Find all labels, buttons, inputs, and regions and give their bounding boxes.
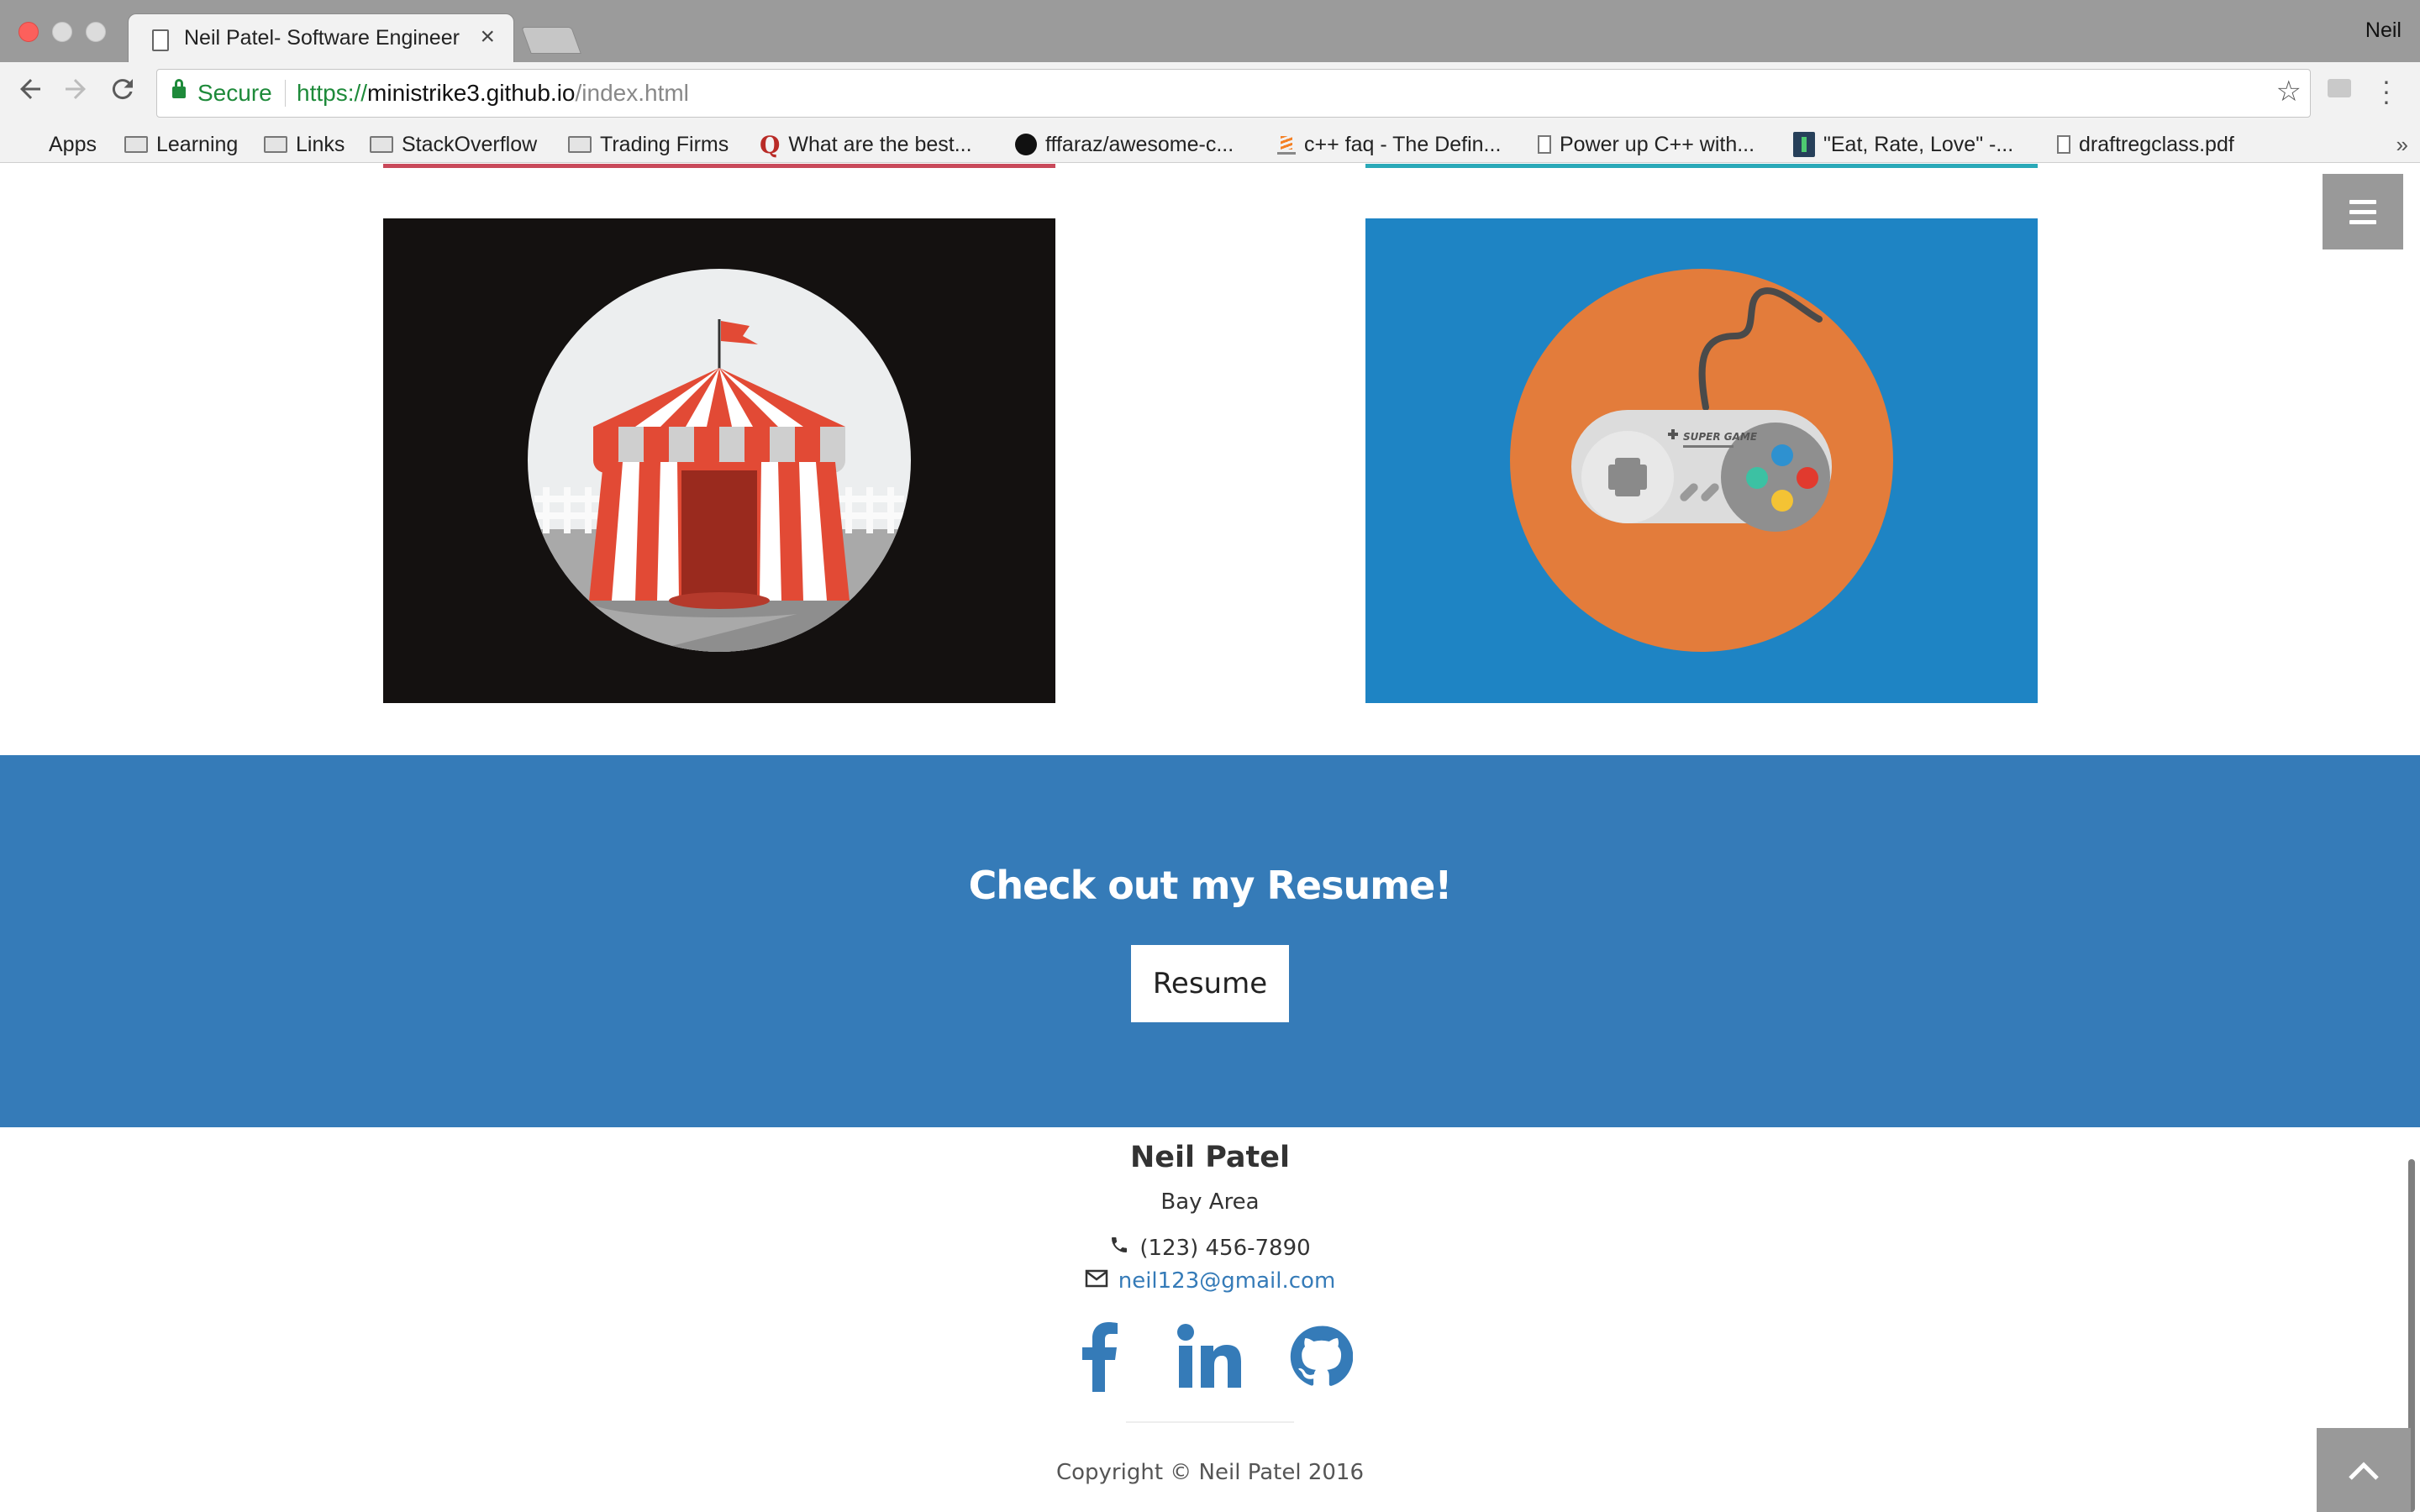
zoom-window-button[interactable] bbox=[86, 22, 106, 42]
page-icon bbox=[2057, 135, 2070, 154]
minimize-window-button[interactable] bbox=[52, 22, 72, 42]
game-controller-icon: SUPER GAME bbox=[1510, 269, 1893, 652]
hamburger-bar bbox=[2349, 209, 2376, 214]
bookmark-apps[interactable]: Apps bbox=[20, 126, 97, 163]
hamburger-bar bbox=[2349, 219, 2376, 224]
resume-section: Check out my Resume! Resume bbox=[0, 755, 2420, 1127]
chevron-up-icon bbox=[2349, 1462, 2379, 1480]
lock-icon bbox=[172, 79, 186, 98]
address-bar[interactable]: Secure https://ministrike3.github.io/ind… bbox=[156, 69, 2311, 118]
bookmark-label: Links bbox=[296, 132, 345, 156]
bookmark-draftregclass[interactable]: draftregclass.pdf bbox=[2057, 126, 2234, 163]
bookmark-label: Trading Firms bbox=[600, 132, 729, 156]
tab-close-icon[interactable]: × bbox=[480, 23, 495, 51]
phone-number: (123) 456-7890 bbox=[1139, 1235, 1311, 1261]
bookmark-label: StackOverflow bbox=[402, 132, 538, 156]
bookmark-label: What are the best... bbox=[788, 132, 972, 156]
browser-titlebar: Neil Patel- Software Engineer × Neil bbox=[0, 0, 2420, 64]
url-scheme: https:// bbox=[297, 80, 368, 106]
facebook-icon[interactable] bbox=[1065, 1319, 1133, 1394]
url-path: /index.html bbox=[575, 80, 689, 106]
secure-label: Secure bbox=[197, 80, 272, 106]
folder-icon bbox=[568, 136, 592, 153]
url-host: ministrike3.github.io bbox=[367, 80, 576, 106]
bookmark-label: c++ faq - The Defin... bbox=[1304, 132, 1502, 156]
menu-toggle-button[interactable] bbox=[2323, 174, 2403, 249]
profile-button[interactable]: Neil bbox=[2365, 18, 2402, 43]
bookmark-star-icon[interactable]: ☆ bbox=[2276, 75, 2302, 108]
vine-icon bbox=[1793, 132, 1815, 157]
forward-arrow-icon[interactable] bbox=[57, 74, 94, 112]
circus-tent-icon bbox=[528, 269, 911, 652]
page-icon bbox=[152, 29, 169, 51]
page-viewport: SUPER GAME Check out my Resume! Resume N… bbox=[0, 164, 2420, 1512]
phone-icon bbox=[1109, 1235, 1129, 1261]
resume-button[interactable]: Resume bbox=[1131, 945, 1289, 1022]
bookmark-github[interactable]: fffaraz/awesome-c... bbox=[1015, 126, 1234, 163]
bookmark-quora[interactable]: Q What are the best... bbox=[760, 126, 972, 163]
bookmark-label: "Eat, Rate, Love" -... bbox=[1823, 132, 2014, 156]
folder-icon bbox=[264, 136, 287, 153]
browser-toolbar: Secure https://ministrike3.github.io/ind… bbox=[0, 62, 2420, 126]
tile-accent-bar-right bbox=[1365, 164, 2038, 168]
github-icon[interactable] bbox=[1287, 1319, 1355, 1394]
new-tab-button[interactable] bbox=[521, 27, 581, 54]
footer-copyright: Copyright © Neil Patel 2016 bbox=[1055, 1460, 1365, 1485]
bookmarks-bar: Apps Learning Links StackOverflow Tradin… bbox=[0, 126, 2420, 163]
bookmark-label: Learning bbox=[156, 132, 239, 156]
footer-name: Neil Patel bbox=[1129, 1141, 1290, 1174]
folder-icon bbox=[370, 136, 393, 153]
extension-icon[interactable] bbox=[2328, 79, 2351, 97]
footer-location: Bay Area bbox=[1160, 1189, 1260, 1215]
tile-accent-bar-left bbox=[383, 164, 1055, 168]
footer-email: neil123@gmail.com bbox=[0, 1268, 2420, 1294]
resume-heading: Check out my Resume! bbox=[968, 863, 1453, 908]
bookmark-eat-rate-love[interactable]: "Eat, Rate, Love" -... bbox=[1793, 126, 2013, 163]
bookmark-label: fffaraz/awesome-c... bbox=[1045, 132, 1234, 156]
folder-icon bbox=[124, 136, 148, 153]
controller-brand-text: SUPER GAME bbox=[1683, 431, 1758, 443]
bookmark-label: draftregclass.pdf bbox=[2079, 132, 2234, 156]
bookmark-stackoverflow[interactable]: StackOverflow bbox=[370, 126, 537, 163]
bookmark-cpp-faq[interactable]: c++ faq - The Defin... bbox=[1277, 126, 1501, 163]
envelope-icon bbox=[1085, 1268, 1108, 1294]
page-footer: Neil Patel Bay Area (123) 456-7890 neil1… bbox=[0, 1127, 2420, 1512]
page-icon bbox=[1538, 135, 1551, 154]
browser-menu-icon[interactable]: · · · bbox=[2378, 67, 2395, 114]
github-icon bbox=[1015, 134, 1037, 155]
apps-grid-icon bbox=[20, 134, 40, 155]
portfolio-tile-circus[interactable] bbox=[383, 218, 1055, 703]
bookmark-label: Apps bbox=[49, 132, 97, 156]
bookmarks-overflow-icon[interactable]: » bbox=[2396, 126, 2408, 163]
linkedin-icon[interactable] bbox=[1176, 1319, 1244, 1394]
close-window-button[interactable] bbox=[18, 22, 39, 42]
bookmark-power-up-cpp[interactable]: Power up C++ with... bbox=[1538, 126, 1754, 163]
email-link[interactable]: neil123@gmail.com bbox=[1118, 1268, 1336, 1294]
portfolio-tile-gamepad[interactable]: SUPER GAME bbox=[1365, 218, 2038, 703]
footer-phone: (123) 456-7890 bbox=[0, 1235, 2420, 1261]
social-links bbox=[0, 1319, 2420, 1394]
footer-divider bbox=[1126, 1421, 1294, 1423]
bookmark-links[interactable]: Links bbox=[264, 126, 345, 163]
bookmark-learning[interactable]: Learning bbox=[124, 126, 238, 163]
bookmark-label: Power up C++ with... bbox=[1560, 132, 1755, 156]
url-text[interactable]: https://ministrike3.github.io/index.html bbox=[297, 80, 689, 107]
stackoverflow-icon bbox=[1277, 134, 1296, 155]
back-arrow-icon[interactable] bbox=[12, 74, 49, 112]
hamburger-bar bbox=[2349, 199, 2376, 204]
quora-icon: Q bbox=[760, 130, 781, 159]
browser-tab[interactable]: Neil Patel- Software Engineer × bbox=[128, 13, 514, 64]
reload-icon[interactable] bbox=[104, 74, 141, 112]
bookmark-trading-firms[interactable]: Trading Firms bbox=[568, 126, 729, 163]
back-to-top-button[interactable] bbox=[2317, 1428, 2411, 1512]
tab-title: Neil Patel- Software Engineer bbox=[184, 26, 460, 50]
address-separator bbox=[285, 80, 286, 107]
